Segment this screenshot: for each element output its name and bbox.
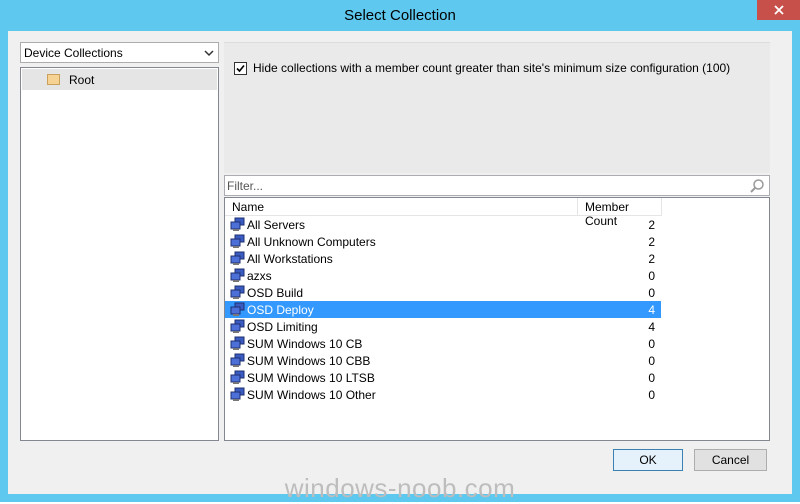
collection-type-dropdown[interactable]: Device Collections	[20, 42, 219, 63]
device-collection-icon	[230, 370, 245, 384]
tree-item-label: Root	[69, 73, 95, 87]
member-count: 4	[648, 320, 655, 334]
collection-name: OSD Limiting	[247, 320, 318, 334]
collection-name: All Unknown Computers	[247, 235, 376, 249]
collection-name: OSD Build	[247, 286, 304, 300]
list-item[interactable]: SUM Windows 10 CB 0	[225, 335, 661, 352]
member-count: 4	[648, 303, 655, 317]
list-item[interactable]: All Workstations 2	[225, 250, 661, 267]
folder-tree[interactable]: Root	[20, 67, 219, 441]
search-icon[interactable]	[749, 178, 765, 194]
column-header-member-count[interactable]: Member Count	[577, 198, 662, 228]
list-header: Name Member Count	[225, 198, 769, 228]
device-collection-icon	[230, 234, 245, 248]
member-count: 0	[648, 286, 655, 300]
device-collection-icon	[230, 217, 245, 231]
collection-name: All Workstations	[247, 252, 333, 266]
list-item[interactable]: azxs 0	[225, 267, 661, 284]
checkbox-label: Hide collections with a member count gre…	[253, 61, 731, 75]
member-count: 0	[648, 354, 655, 368]
device-collection-icon	[230, 285, 245, 299]
filter-box	[224, 175, 770, 196]
member-count: 2	[648, 252, 655, 266]
device-collection-icon	[230, 302, 245, 316]
close-button[interactable]	[757, 0, 800, 20]
collection-name: SUM Windows 10 LTSB	[247, 371, 375, 385]
select-collection-dialog: Select Collection Device Collections Roo…	[0, 0, 800, 503]
member-count: 2	[648, 218, 655, 232]
options-panel: Hide collections with a member count gre…	[224, 42, 770, 173]
device-collection-icon	[230, 251, 245, 265]
list-item[interactable]: OSD Limiting 4	[225, 318, 661, 335]
ok-button[interactable]: OK	[613, 449, 683, 471]
collection-name: SUM Windows 10 Other	[247, 388, 376, 402]
member-count: 0	[648, 371, 655, 385]
list-item[interactable]: OSD Build 0	[225, 284, 661, 301]
member-count: 0	[648, 269, 655, 283]
chevron-down-icon	[204, 50, 214, 57]
watermark: windows-noob.com	[284, 473, 516, 503]
filter-input[interactable]	[227, 178, 742, 193]
tree-item-root[interactable]: Root	[22, 69, 217, 90]
hide-large-collections-checkbox[interactable]	[234, 62, 247, 75]
list-item[interactable]: SUM Windows 10 Other 0	[225, 386, 661, 403]
device-collection-icon	[230, 336, 245, 350]
device-collection-icon	[230, 268, 245, 282]
title-bar[interactable]: Select Collection	[0, 0, 800, 31]
member-count: 2	[648, 235, 655, 249]
folder-icon	[47, 74, 60, 85]
dropdown-value: Device Collections	[24, 46, 123, 60]
collection-name: SUM Windows 10 CB	[247, 337, 363, 351]
device-collection-icon	[230, 353, 245, 367]
window-title: Select Collection	[344, 7, 456, 24]
device-collection-icon	[230, 387, 245, 401]
close-icon	[773, 5, 784, 15]
list-item[interactable]: SUM Windows 10 LTSB 0	[225, 369, 661, 386]
column-header-name-label: Name	[232, 200, 265, 214]
member-count: 0	[648, 388, 655, 402]
checkmark-icon	[236, 64, 245, 73]
device-collection-icon	[230, 319, 245, 333]
member-count: 0	[648, 337, 655, 351]
collection-name: azxs	[247, 269, 272, 283]
collection-list[interactable]: Name Member Count All Servers 2 All Unkn…	[224, 197, 770, 441]
list-item[interactable]: All Unknown Computers 2	[225, 233, 661, 250]
column-header-name[interactable]: Name	[225, 198, 578, 216]
collection-name: OSD Deploy	[247, 303, 314, 317]
list-item[interactable]: SUM Windows 10 CBB 0	[225, 352, 661, 369]
list-item-selected[interactable]: OSD Deploy 4	[225, 301, 661, 318]
collection-name: SUM Windows 10 CBB	[247, 354, 371, 368]
list-item[interactable]: All Servers 2	[225, 216, 661, 233]
collection-name: All Servers	[247, 218, 306, 232]
dialog-body: Device Collections Root Hide collections…	[8, 31, 792, 503]
cancel-button[interactable]: Cancel	[694, 449, 767, 471]
